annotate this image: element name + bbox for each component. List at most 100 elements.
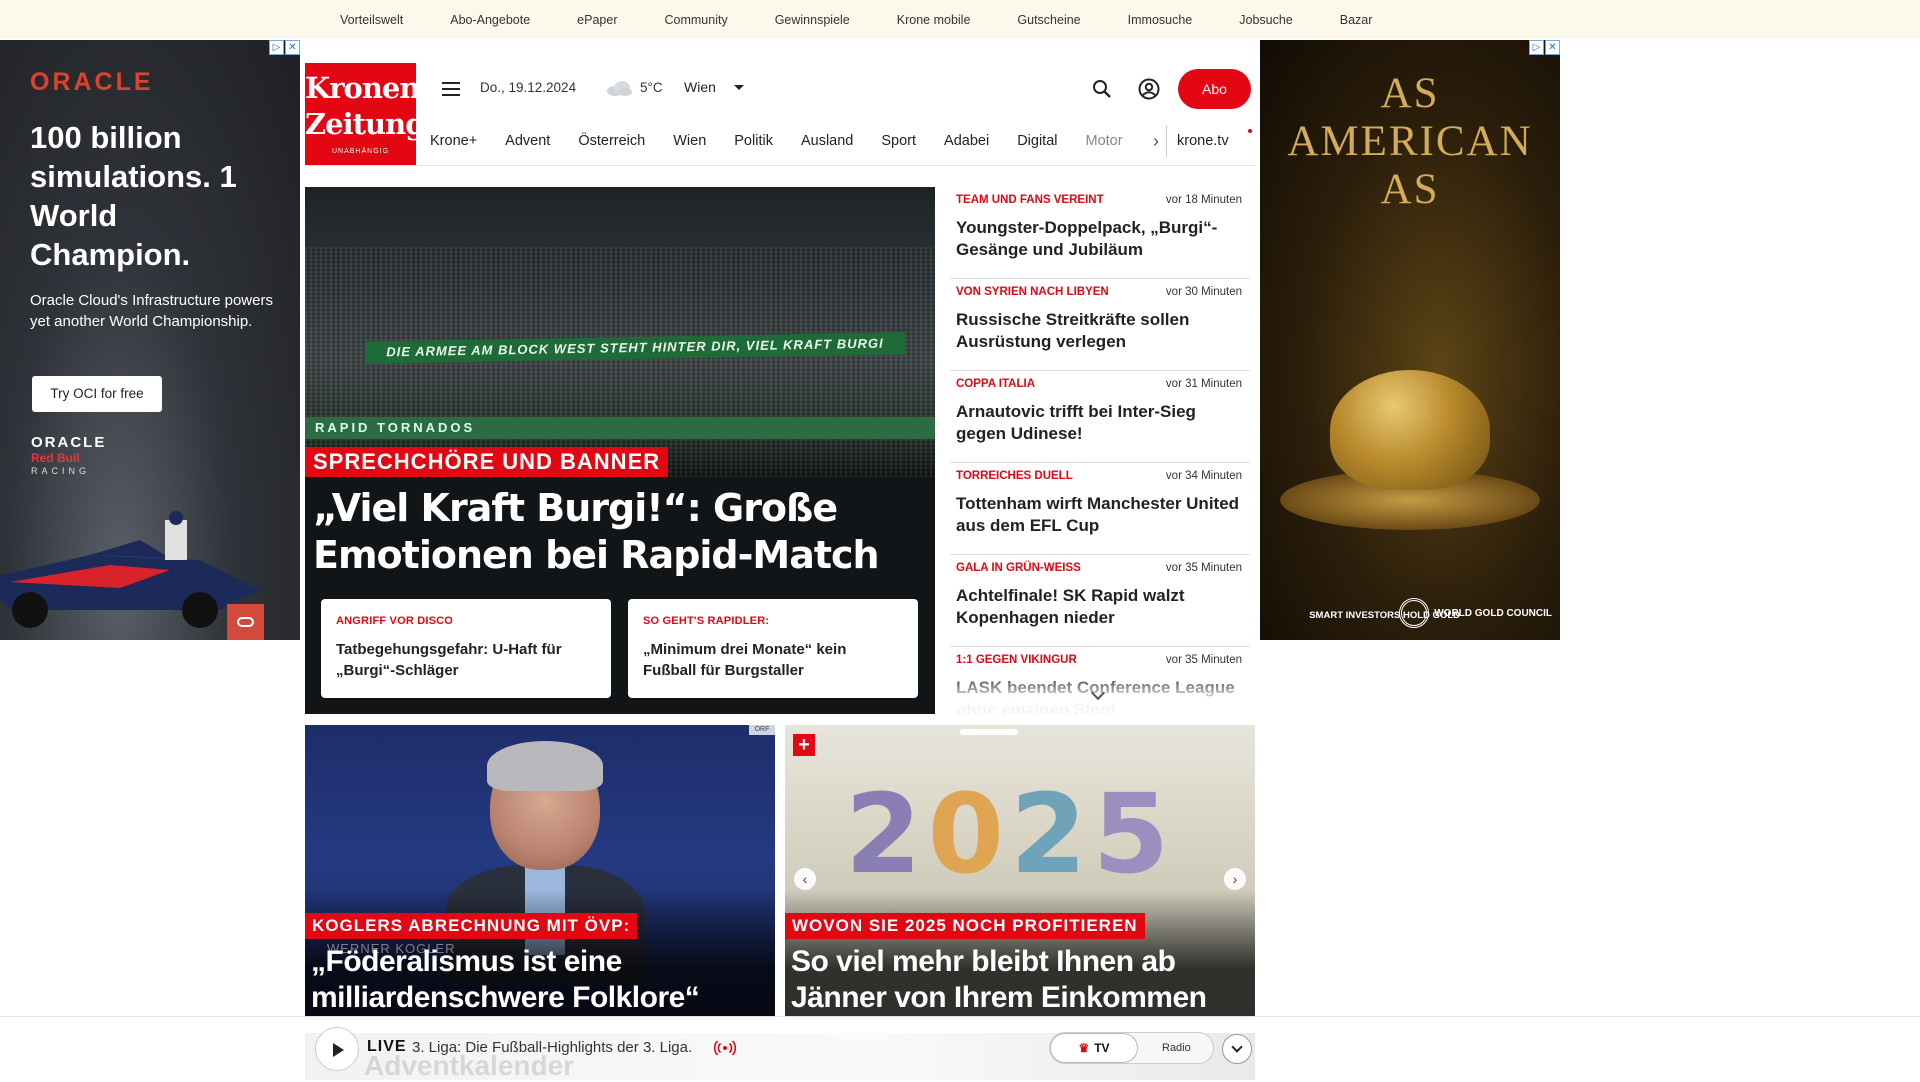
hero-headline[interactable]: „Viel Kraft Burgi!“: Große Emotionen bei… bbox=[313, 485, 923, 579]
category-nav: Krone+ Advent Österreich Wien Politik Ausland… bbox=[430, 125, 1252, 165]
nav-item[interactable]: Politik bbox=[734, 133, 773, 149]
service-link[interactable]: Bazar bbox=[1316, 13, 1396, 27]
nav-item[interactable]: Motor bbox=[1085, 133, 1122, 149]
ticker-item[interactable]: GALA IN GRÜN-WEISS vor 35 Minuten Achtelfi… bbox=[950, 555, 1250, 647]
user-account-icon[interactable] bbox=[1138, 78, 1160, 100]
nav-item[interactable]: Krone+ bbox=[430, 133, 477, 149]
ticker-headline[interactable]: Achtelfinale! SK Rapid walzt Kopenhagen … bbox=[956, 585, 1244, 629]
subcard-title[interactable]: „Minimum drei Monate“ kein Fußball für B… bbox=[643, 639, 903, 681]
subcard-title[interactable]: Tatbegehungsgefahr: U-Haft für „Burgi“-S… bbox=[336, 639, 596, 681]
service-links: Vorteilswelt Abo-Angebote ePaper Community G… bbox=[316, 0, 1395, 39]
nav-item[interactable]: Advent bbox=[505, 133, 550, 149]
city-selector[interactable]: Wien bbox=[684, 79, 744, 95]
expand-player-button[interactable] bbox=[1222, 1034, 1252, 1064]
service-link[interactable]: Vorteilswelt bbox=[316, 13, 426, 27]
service-link[interactable]: Gewinnspiele bbox=[751, 13, 873, 27]
krone-plus-icon: + bbox=[793, 734, 815, 756]
gold-council-logo: WORLD GOLD COUNCIL bbox=[1399, 598, 1552, 628]
nav-item[interactable]: Wien bbox=[673, 133, 706, 149]
nav-item[interactable]: Ausland bbox=[801, 133, 853, 149]
live-label: LIVE bbox=[367, 1038, 407, 1055]
ticker-item[interactable]: TORREICHES DUELL vor 34 Minuten Tottenham … bbox=[950, 463, 1250, 555]
temperature: 5°C bbox=[640, 80, 663, 95]
media-toggle[interactable]: ♛ TV Radio bbox=[1049, 1032, 1214, 1064]
ticker-item[interactable]: TEAM UND FANS VEREINT vor 18 Minuten Young… bbox=[950, 187, 1250, 279]
hero-subcard[interactable]: SO GEHT'S RAPIDLER: „Minimum drei Monate… bbox=[628, 599, 918, 698]
card-headline[interactable]: „Föderalismus ist eine milliardenschwere… bbox=[311, 944, 771, 1016]
nav-divider bbox=[305, 165, 1255, 166]
nav-item[interactable]: Sport bbox=[881, 133, 916, 149]
hero-teaser[interactable]: DIE ARMEE AM BLOCK WEST STEHT HINTER DIR… bbox=[305, 187, 935, 714]
nav-item[interactable]: Digital bbox=[1017, 133, 1057, 149]
card-headline[interactable]: So viel mehr bleibt Ihnen ab Jänner von … bbox=[791, 944, 1251, 1016]
hero-kicker: SPRECHCHÖRE UND BANNER bbox=[305, 447, 669, 477]
search-icon[interactable] bbox=[1092, 79, 1112, 99]
teaser-card-kogler[interactable]: ORF WERNER KOGLER KOGLERS ABRECHNUNG MIT… bbox=[305, 725, 775, 1020]
ad-info-icon[interactable]: ▷ bbox=[1529, 40, 1544, 55]
ad-headline: 100 billion simulations. 1 World Champio… bbox=[30, 120, 237, 272]
oracle-badge-icon bbox=[227, 604, 264, 640]
service-link[interactable]: Immosuche bbox=[1104, 13, 1216, 27]
ad-cta-button[interactable]: Try OCI for free bbox=[32, 376, 162, 412]
gold-turkey-image bbox=[1330, 370, 1490, 490]
ticker-headline[interactable]: Youngster-Doppelpack, „Burgi“-Gesänge un… bbox=[956, 217, 1244, 261]
city-label: Wien bbox=[684, 79, 716, 95]
teaser-card-2025[interactable]: 2025 + ‹ › WOVON SIE 2025 NOCH PROFITIER… bbox=[785, 725, 1255, 1020]
now-playing[interactable]: 3. Liga: Die Fußball-Highlights der 3. L… bbox=[412, 1039, 692, 1056]
ticker-headline[interactable]: Tottenham wirft Manchester United aus de… bbox=[956, 493, 1244, 537]
subcard-kicker: SO GEHT'S RAPIDLER: bbox=[643, 615, 770, 627]
menu-icon[interactable] bbox=[442, 82, 460, 96]
nav-item[interactable]: Österreich bbox=[578, 133, 645, 149]
service-link[interactable]: Krone mobile bbox=[873, 13, 994, 27]
service-link[interactable]: Gutscheine bbox=[993, 13, 1103, 27]
news-ticker: TEAM UND FANS VEREINT vor 18 Minuten Young… bbox=[950, 187, 1250, 714]
abo-button[interactable]: Abo bbox=[1178, 69, 1251, 109]
nav-item[interactable]: Adabei bbox=[944, 133, 989, 149]
service-link[interactable]: Abo-Angebote bbox=[426, 13, 553, 27]
ticker-time: vor 34 Minuten bbox=[1165, 470, 1242, 482]
ad-brand: ORACLE bbox=[30, 68, 154, 96]
chevron-down-icon bbox=[733, 84, 744, 90]
play-button[interactable] bbox=[315, 1027, 359, 1071]
logo-line2: Zeitung bbox=[305, 107, 425, 141]
ad-subline: Oracle Cloud's Infrastructure powers yet… bbox=[30, 292, 273, 330]
ticker-headline[interactable]: Russische Streitkräfte sollen Ausrüstung… bbox=[956, 309, 1244, 353]
current-date: Do., 19.12.2024 bbox=[480, 80, 577, 95]
ad-choices[interactable]: ▷ ✕ bbox=[1528, 40, 1560, 55]
ad-close-icon[interactable]: ✕ bbox=[285, 40, 300, 55]
ad-partner-name: Red Bull bbox=[31, 451, 80, 465]
carousel-next-button[interactable]: › bbox=[1223, 867, 1247, 891]
site-logo[interactable]: Kronen Zeitung UNABHÄNGIG bbox=[305, 63, 425, 166]
live-dot-icon bbox=[1248, 129, 1252, 133]
play-icon bbox=[333, 1043, 344, 1057]
ad-choices[interactable]: ▷ ✕ bbox=[268, 40, 300, 55]
source-badge: ORF bbox=[749, 725, 775, 735]
ticker-item[interactable]: VON SYRIEN NACH LIBYEN vor 30 Minuten Russ… bbox=[950, 279, 1250, 371]
ad-right-gold[interactable]: ▷ ✕ AS AMERICAN AS SMART INVESTORS HOLD … bbox=[1260, 40, 1560, 640]
service-link[interactable]: Jobsuche bbox=[1215, 13, 1316, 27]
logo-line1: Kronen bbox=[305, 71, 420, 105]
ticker-time: vor 31 Minuten bbox=[1165, 378, 1242, 390]
tv-toggle-button[interactable]: ♛ TV bbox=[1050, 1033, 1138, 1063]
gold-council-icon bbox=[1399, 598, 1430, 628]
banknote-year-image: 2025 bbox=[845, 770, 1176, 898]
carousel-prev-button[interactable]: ‹ bbox=[793, 867, 817, 891]
broadcast-icon bbox=[714, 1040, 736, 1056]
nav-item-krone-tv[interactable]: krone.tv bbox=[1166, 125, 1229, 157]
chevron-down-icon bbox=[1231, 1041, 1243, 1053]
hero-subcard[interactable]: ANGRIFF VOR DISCO Tatbegehungsgefahr: U-… bbox=[321, 599, 611, 698]
ticker-time: vor 35 Minuten bbox=[1165, 654, 1242, 666]
card-kicker: KOGLERS ABRECHNUNG MIT ÖVP: bbox=[305, 913, 638, 939]
service-link[interactable]: Community bbox=[640, 13, 750, 27]
service-link[interactable]: ePaper bbox=[553, 13, 640, 27]
ticker-time: vor 18 Minuten bbox=[1165, 194, 1242, 206]
ad-left-oracle[interactable]: ▷ ✕ ORACLE 100 billion simulations. 1 Wo… bbox=[0, 40, 300, 640]
ad-close-icon[interactable]: ✕ bbox=[1545, 40, 1560, 55]
carousel-indicator bbox=[960, 729, 1018, 735]
ticker-item[interactable]: COPPA ITALIA vor 31 Minuten Arnautovic tri… bbox=[950, 371, 1250, 463]
ticker-headline[interactable]: Arnautovic trifft bei Inter-Sieg gegen U… bbox=[956, 401, 1244, 445]
radio-toggle-button[interactable]: Radio bbox=[1162, 1033, 1191, 1063]
subcard-kicker: ANGRIFF VOR DISCO bbox=[336, 615, 454, 627]
chevron-right-icon[interactable]: › bbox=[1153, 131, 1159, 152]
ad-info-icon[interactable]: ▷ bbox=[269, 40, 284, 55]
